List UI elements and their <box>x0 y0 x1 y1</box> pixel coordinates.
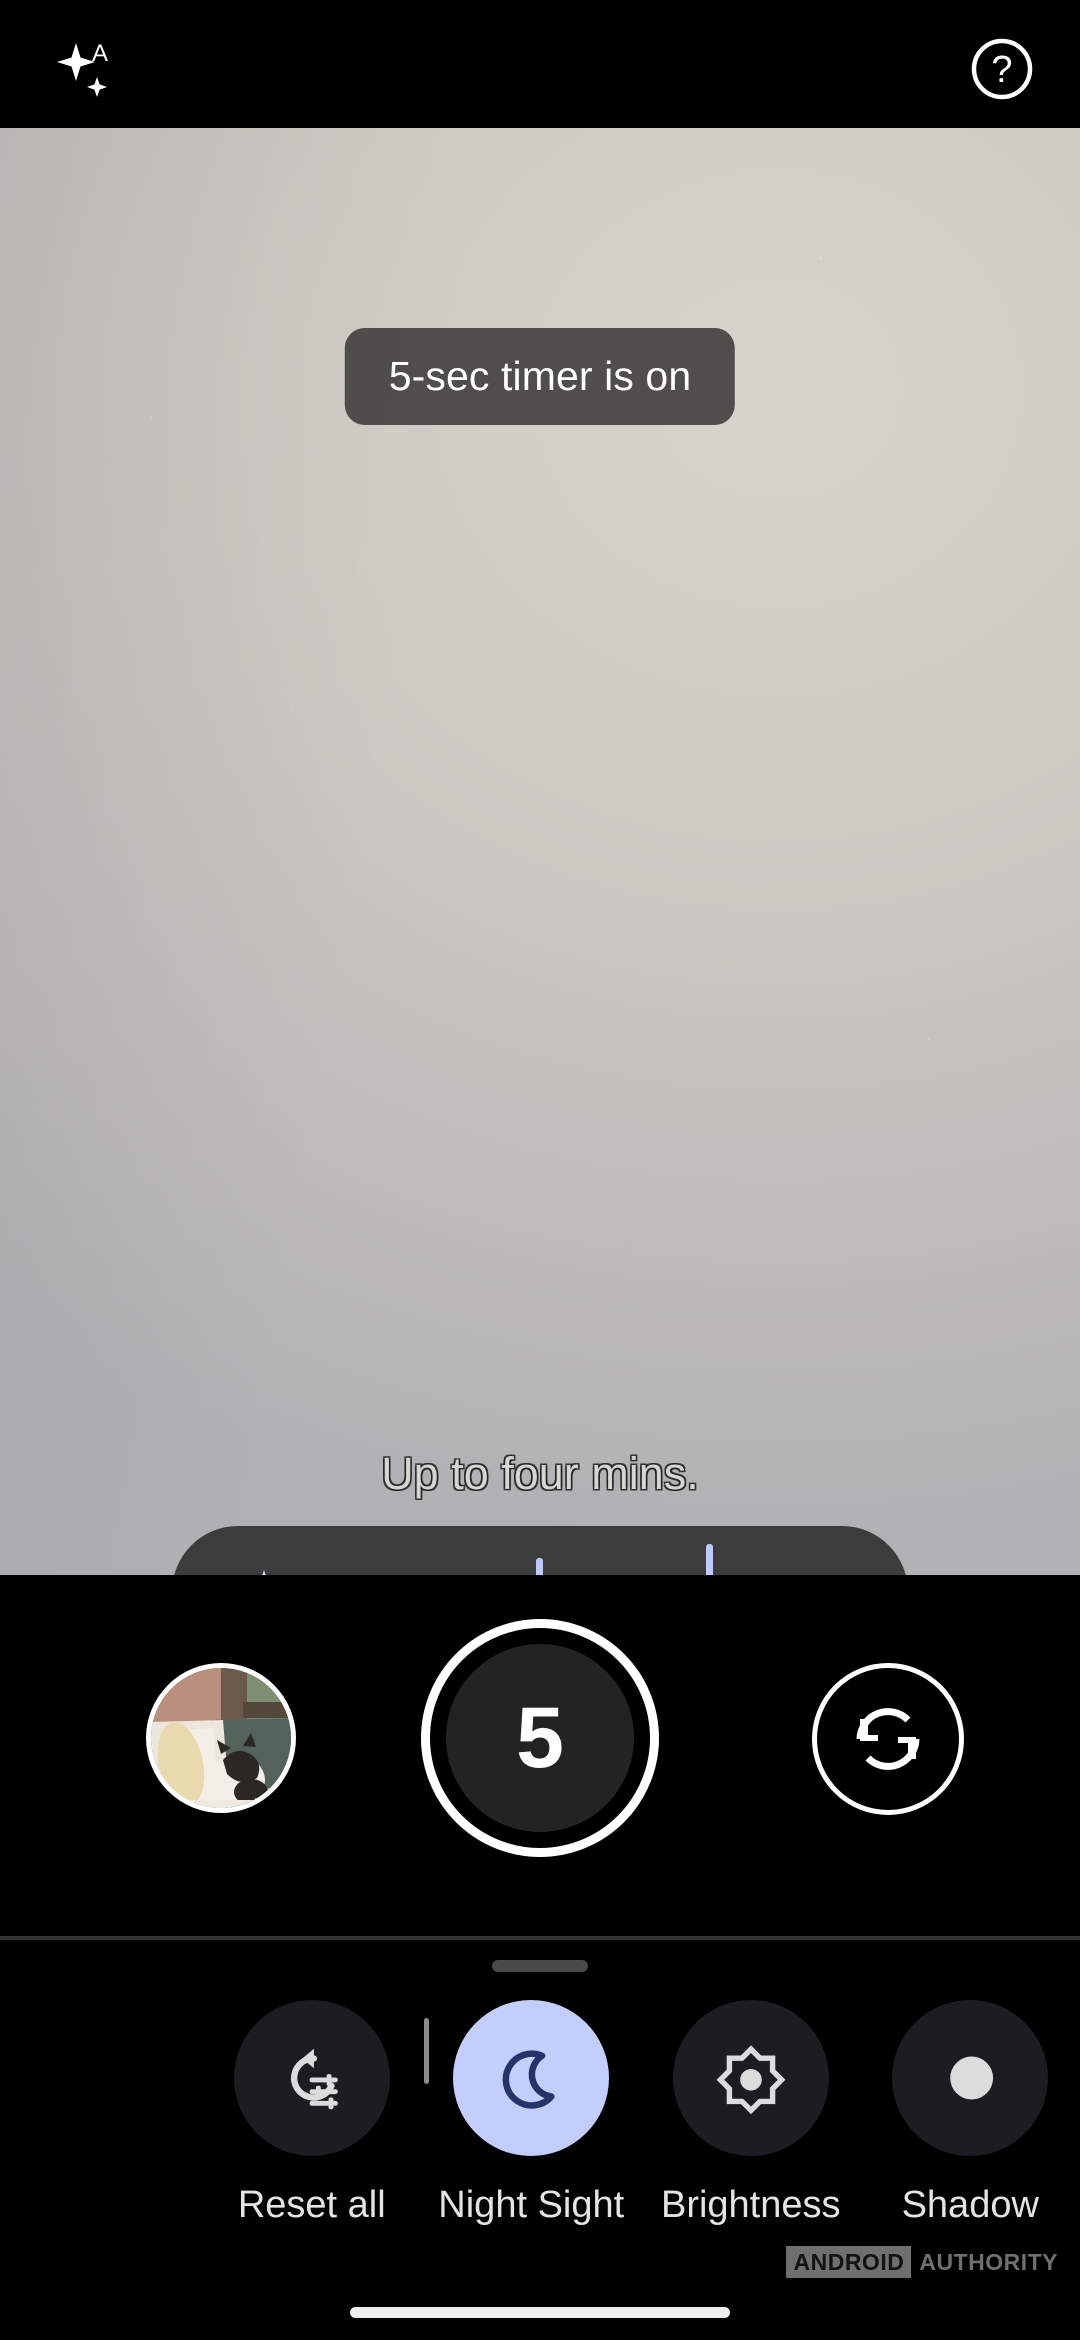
slider-tick-astro[interactable] <box>706 1544 713 1575</box>
moon-icon[interactable] <box>453 2000 610 2156</box>
help-question-glyph: ? <box>991 49 1012 91</box>
shutter-timer-count: 5 <box>516 1690 564 1786</box>
gallery-thumbnail[interactable] <box>146 1663 296 1813</box>
thumbnail-image <box>151 1668 291 1808</box>
top-status-bar: A ? <box>0 0 1080 128</box>
shutter-inner-circle: 5 <box>446 1644 634 1832</box>
exposure-hint-text: Up to four mins. <box>381 1448 699 1499</box>
camera-flip-icon[interactable] <box>812 1663 964 1815</box>
camera-viewfinder[interactable]: 5-sec timer is on Up to four mins. Max A… <box>0 128 1080 1575</box>
home-indicator[interactable] <box>350 2307 730 2318</box>
auto-badge-letter: A <box>92 40 108 67</box>
shutter-row: 5 <box>0 1575 1080 1931</box>
watermark-suffix: AUTHORITY <box>919 2248 1058 2275</box>
tray-item-night-sight[interactable]: Night Sight <box>422 2000 642 2227</box>
tray-label-night-sight: Night Sight <box>438 2184 625 2226</box>
tray-label-shadow: Shadow <box>901 2184 1039 2226</box>
camera-control-tray: Reset all Night Sight Brightness Shadow … <box>0 1940 1080 2340</box>
shutter-button[interactable]: 5 <box>421 1619 659 1857</box>
watermark-brand: ANDROID <box>786 2246 912 2278</box>
tray-item-brightness[interactable]: Brightness <box>641 2000 861 2227</box>
tray-item-shadow[interactable]: Shadow <box>861 2000 1080 2227</box>
night-sight-slider[interactable]: Max Astro <box>172 1526 908 1575</box>
slider-tick-max[interactable] <box>536 1558 543 1575</box>
brightness-sun-icon[interactable] <box>672 2000 829 2156</box>
night-sight-slider-track[interactable] <box>340 1544 880 1575</box>
tray-items: Reset all Night Sight Brightness Shadow <box>0 2000 1080 2227</box>
timer-toast: 5-sec timer is on <box>344 328 736 425</box>
reset-settings-icon[interactable] <box>233 2000 390 2156</box>
help-circle-icon[interactable]: ? <box>966 33 1038 105</box>
tray-item-reset-all[interactable]: Reset all <box>202 2000 422 2227</box>
sparkle-icon <box>220 1566 282 1575</box>
tray-label-brightness: Brightness <box>660 2184 841 2226</box>
sparkle-auto-icon[interactable]: A <box>52 35 122 105</box>
tray-label-reset-all: Reset all <box>237 2184 386 2226</box>
tray-drag-handle[interactable] <box>492 1960 588 1972</box>
watermark: ANDROID AUTHORITY <box>786 2246 1058 2278</box>
shadow-moon-icon[interactable] <box>892 2000 1049 2156</box>
